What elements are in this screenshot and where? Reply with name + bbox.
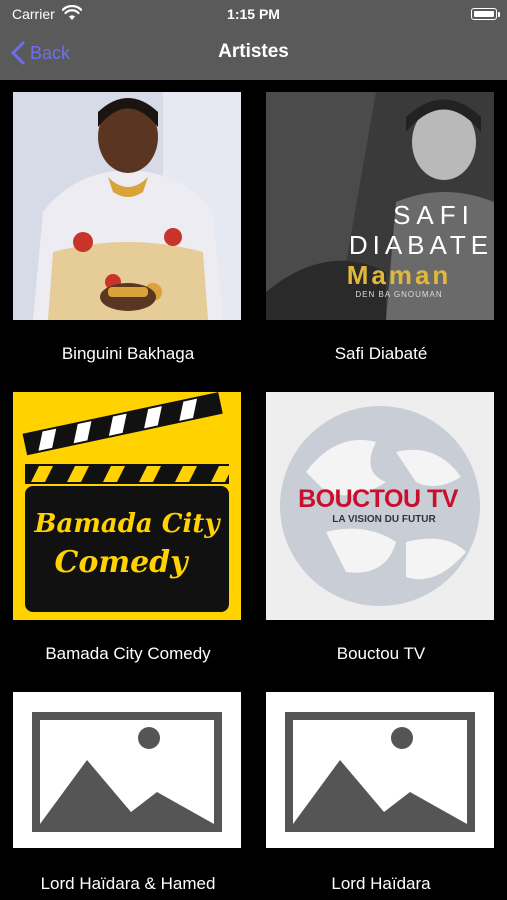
cover-text-last-name: DIABATE [349, 230, 493, 260]
artist-name: Lord Haïdara [331, 874, 431, 893]
battery-icon [471, 8, 500, 20]
artist-name: Binguini Bakhaga [61, 344, 195, 363]
artist-card-bouctou-tv[interactable]: BOUCTOU TV LA VISION DU FUTUR Bouctou TV [266, 392, 496, 664]
artist-card-safi-diabate[interactable]: SAFI DIABATE Maman DEN BA GNOUMAN Safi D… [266, 92, 496, 364]
album-cover: SAFI DIABATE Maman DEN BA GNOUMAN [266, 92, 494, 320]
channel-logo: Bamada City Comedy [13, 392, 241, 620]
artist-name: Lord Haïdara & Hamed [40, 874, 216, 893]
logo-text-line1: BOUCTOU TV [298, 485, 459, 513]
artist-card-bamada-city-comedy[interactable]: Bamada City Comedy Bamada City Comedy [13, 392, 243, 664]
placeholder-image [13, 692, 241, 848]
status-bar: Carrier 1:15 PM [0, 0, 507, 28]
artist-card-binguini-bakhaga[interactable]: Binguini Bakhaga [13, 92, 243, 364]
navigation-bar: Back Artistes [0, 28, 507, 80]
artists-grid: Binguini Bakhaga SAFI DIABATE Maman DEN … [0, 80, 507, 900]
placeholder-image [266, 692, 494, 848]
artist-card-lord-haidara[interactable]: Lord Haïdara [266, 692, 496, 894]
channel-logo: BOUCTOU TV LA VISION DU FUTUR [266, 392, 494, 620]
cover-text-title: Maman [347, 260, 452, 290]
cover-text-first-name: SAFI [393, 200, 475, 230]
artist-name: Bouctou TV [336, 644, 426, 663]
page-title: Artistes [218, 41, 289, 62]
logo-text-line1: Bamada City [34, 509, 222, 539]
clock: 1:15 PM [227, 6, 280, 22]
cover-text-subtitle: DEN BA GNOUMAN [355, 290, 442, 299]
logo-text-line2: Comedy [54, 545, 190, 580]
image-placeholder-icon [266, 692, 494, 848]
artist-photo [13, 92, 241, 320]
image-placeholder-icon [13, 692, 241, 848]
artist-card-lord-haidara-hamed[interactable]: Lord Haïdara & Hamed [13, 692, 243, 894]
logo-text-line2: LA VISION DU FUTUR [332, 514, 436, 525]
artist-name: Safi Diabaté [334, 344, 428, 363]
artist-name: Bamada City Comedy [45, 644, 211, 663]
